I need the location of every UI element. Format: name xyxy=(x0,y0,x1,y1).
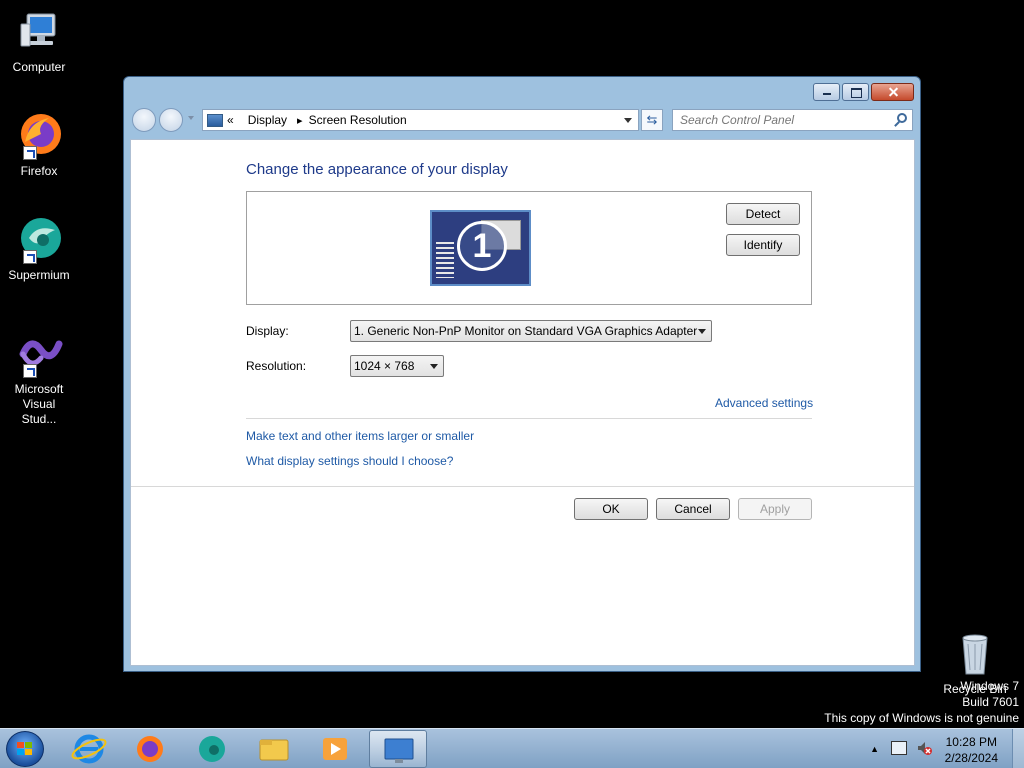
taskbar-explorer[interactable] xyxy=(245,730,303,768)
display-label: Display: xyxy=(246,324,289,338)
desktop-icon-label: Microsoft Visual Stud... xyxy=(14,382,64,426)
clock-time: 10:28 PM xyxy=(945,735,997,749)
volume-muted-icon[interactable] xyxy=(916,740,932,756)
divider xyxy=(246,418,812,419)
resolution-select[interactable]: 1024 × 768 xyxy=(350,355,444,377)
search-input[interactable] xyxy=(673,110,883,130)
monitor-preview-panel: 1 Detect Identify xyxy=(246,191,812,305)
address-bar[interactable]: « Display ▸ Screen Resolution xyxy=(202,109,639,131)
maximize-button[interactable] xyxy=(842,83,869,101)
minimize-button[interactable] xyxy=(813,83,840,101)
page-title: Change the appearance of your display xyxy=(246,161,508,178)
media-player-icon xyxy=(323,738,347,760)
refresh-button[interactable]: ⇆ xyxy=(641,109,663,131)
taskbar-display-settings[interactable] xyxy=(369,730,427,768)
footer-divider xyxy=(131,486,914,487)
screen-resolution-window: « Display ▸ Screen Resolution ⇆ Change t… xyxy=(123,76,921,672)
detect-button[interactable]: Detect xyxy=(726,203,800,225)
show-hidden-icons-button[interactable]: ▲ xyxy=(870,744,879,754)
desktop-icon-visual-studio[interactable]: Microsoft Visual Stud... xyxy=(4,330,74,427)
chevron-down-icon xyxy=(698,329,706,334)
desktop-icon-label: Supermium xyxy=(8,268,70,282)
ok-button[interactable]: OK xyxy=(574,498,648,520)
watermark-genuine-notice: This copy of Windows is not genuine xyxy=(824,711,1019,725)
windows-watermark: Windows 7 Build 7601 This copy of Window… xyxy=(824,678,1019,726)
desktop-icon-label: Computer xyxy=(12,60,66,74)
recycle-bin-icon xyxy=(951,630,999,678)
display-help-link[interactable]: What display settings should I choose? xyxy=(246,454,453,468)
shortcut-arrow-icon xyxy=(23,364,37,378)
start-button[interactable] xyxy=(6,731,44,767)
breadcrumb-display[interactable]: Display xyxy=(248,113,287,127)
supermium-icon xyxy=(15,216,63,264)
show-desktop-button[interactable] xyxy=(1012,729,1024,768)
taskbar: ▲ 10:28 PM 2/28/2024 xyxy=(0,728,1024,768)
monitor-1-thumbnail[interactable]: 1 xyxy=(430,210,531,286)
search-box[interactable] xyxy=(672,109,913,131)
recent-pages-dropdown[interactable] xyxy=(188,116,194,120)
navigation-bar: « Display ▸ Screen Resolution ⇆ xyxy=(132,107,913,133)
text-size-link[interactable]: Make text and other items larger or smal… xyxy=(246,429,474,443)
desktop-icon-firefox[interactable]: Firefox xyxy=(4,112,74,179)
content-area: Change the appearance of your display 1 … xyxy=(130,139,915,666)
internet-explorer-icon xyxy=(71,734,107,764)
taskbar-supermium[interactable] xyxy=(183,730,241,768)
address-dropdown-icon[interactable] xyxy=(624,118,632,123)
shortcut-arrow-icon xyxy=(23,250,37,264)
display-settings-icon xyxy=(384,738,414,763)
firefox-icon xyxy=(15,112,63,160)
search-icon[interactable] xyxy=(897,113,907,123)
taskbar-firefox[interactable] xyxy=(121,730,179,768)
clock-date: 2/28/2024 xyxy=(944,751,998,765)
resolution-select-value: 1024 × 768 xyxy=(354,359,415,373)
chevron-down-icon xyxy=(430,364,438,369)
close-button[interactable] xyxy=(871,83,914,101)
apply-button[interactable]: Apply xyxy=(738,498,812,520)
resolution-label: Resolution: xyxy=(246,359,307,373)
window-controls xyxy=(813,83,914,101)
watermark-version: Windows 7 xyxy=(960,679,1019,693)
cancel-button[interactable]: Cancel xyxy=(656,498,730,520)
advanced-settings-link[interactable]: Advanced settings xyxy=(715,396,813,410)
shortcut-arrow-icon xyxy=(23,146,37,160)
breadcrumb-separator-icon[interactable]: ▸ xyxy=(297,114,303,127)
taskbar-media-player[interactable] xyxy=(306,730,364,768)
supermium-icon xyxy=(199,736,225,762)
refresh-icon: ⇆ xyxy=(646,112,658,127)
identify-button[interactable]: Identify xyxy=(726,234,800,256)
display-select-value: 1. Generic Non-PnP Monitor on Standard V… xyxy=(354,324,698,338)
forward-button[interactable] xyxy=(159,108,183,132)
desktop-icon-computer[interactable]: Computer xyxy=(4,8,74,75)
breadcrumb-screen-resolution[interactable]: Screen Resolution xyxy=(309,113,407,127)
network-icon[interactable] xyxy=(891,741,907,755)
computer-icon xyxy=(15,8,63,56)
firefox-icon xyxy=(137,736,163,762)
desktop-icon-supermium[interactable]: Supermium xyxy=(4,216,74,283)
visual-studio-icon xyxy=(15,330,63,378)
taskbar-internet-explorer[interactable] xyxy=(60,730,118,768)
watermark-build: Build 7601 xyxy=(962,695,1019,709)
display-select[interactable]: 1. Generic Non-PnP Monitor on Standard V… xyxy=(350,320,712,342)
monitor-number: 1 xyxy=(457,221,507,271)
breadcrumb-overflow-chevron[interactable]: « xyxy=(227,113,234,127)
desktop-icon-label: Firefox xyxy=(20,164,58,178)
control-panel-icon xyxy=(207,113,223,127)
back-button[interactable] xyxy=(132,108,156,132)
windows-logo-icon xyxy=(17,742,33,757)
clock[interactable]: 10:28 PM 2/28/2024 xyxy=(945,734,998,766)
explorer-icon xyxy=(259,739,289,761)
